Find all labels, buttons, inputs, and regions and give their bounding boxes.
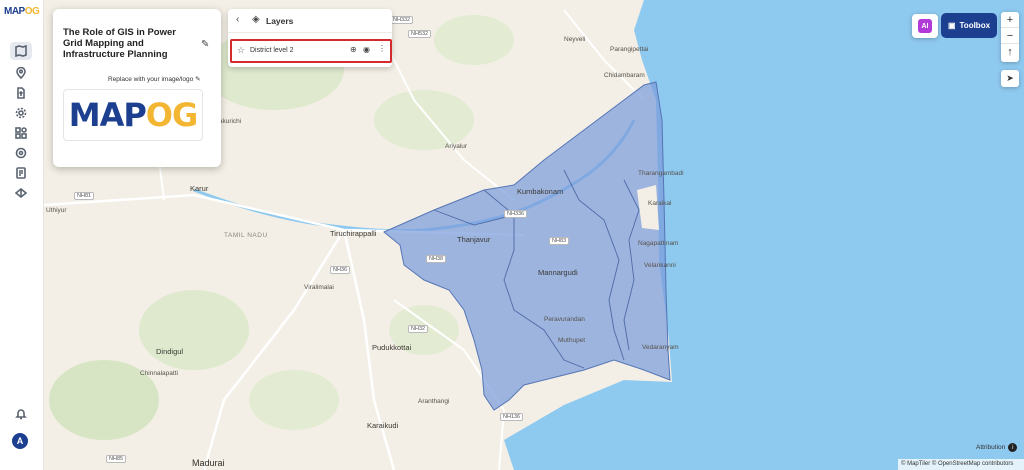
map-label-kumbakonam: Kumbakonam: [517, 187, 564, 196]
map-label-ariyalur: Ariyalur: [445, 143, 468, 150]
road-shield: NH85: [106, 455, 127, 463]
compass-button[interactable]: ↑: [1001, 44, 1019, 60]
edit-logo-icon[interactable]: ✎: [195, 76, 200, 83]
map-label-peravurani: Peravurandan: [544, 316, 585, 323]
app-logo[interactable]: MAPOG: [4, 6, 40, 17]
map-label-neyveli: Neyveli: [564, 36, 586, 43]
attribution-text[interactable]: © MapTiler © OpenStreetMap contributors: [898, 459, 1024, 470]
map-label-madurai: Madurai: [192, 458, 225, 468]
layer-item-district-level-2[interactable]: ☆ District level 2 ⊕ ◉ ⋮: [230, 39, 392, 63]
map-label-velankanni: Velankanni: [644, 262, 676, 269]
map-label-uthiyur: Uthiyur: [46, 207, 67, 214]
map-label-parangipettai: Parangipettai: [610, 46, 649, 53]
road-shield: NH136: [500, 413, 524, 421]
road-shield: NH336: [504, 210, 528, 218]
layers-panel: ‹ ◈ Layers ☆ District level 2 ⊕ ◉ ⋮: [228, 9, 392, 67]
dashboard-icon[interactable]: [10, 124, 32, 142]
ai-assistant-button[interactable]: AI: [912, 14, 938, 38]
map-label-pudukkottai: Pudukkottai: [372, 343, 412, 352]
map-label-aranthangi: Aranthangi: [418, 398, 450, 405]
attribution-toggle[interactable]: Attribution i: [976, 443, 1018, 452]
edit-title-icon[interactable]: ✎: [201, 39, 209, 50]
locate-me-button[interactable]: ➤: [1001, 70, 1019, 87]
map-label-tharangambadi: Tharangambadi: [638, 170, 684, 177]
map-label-karaikudi: Karaikudi: [367, 421, 399, 430]
map-label-viralimalai: Viralimalai: [304, 284, 334, 291]
layers-title: Layers: [266, 16, 294, 26]
zoom-in-button[interactable]: +: [1001, 12, 1019, 28]
map-icon[interactable]: [10, 42, 32, 60]
replace-logo-link[interactable]: Replace with your image/logo ✎: [108, 75, 201, 83]
zoom-to-layer-icon[interactable]: ⊕: [350, 45, 357, 54]
map-label-muthupet: Muthupet: [558, 337, 586, 344]
report-icon[interactable]: [10, 164, 32, 182]
map-label-nagapattinam: Nagapattinam: [638, 240, 679, 247]
map-label-vedaranyam: Vedaranyam: [642, 344, 679, 351]
map-label-thanjavur: Thanjavur: [457, 235, 491, 244]
road-shield: NH32: [408, 325, 429, 333]
road-shield: NH332: [390, 16, 414, 24]
map-label-chidambaram: Chidambaram: [604, 72, 645, 79]
layers-header: ‹ ◈ Layers: [228, 9, 392, 33]
upload-file-icon[interactable]: [10, 84, 32, 102]
left-sidebar: MAPOG A: [0, 0, 44, 470]
map-label-chinnalapatti: Chinnalapatti: [140, 370, 178, 377]
road-shield: NH532: [408, 30, 432, 38]
back-chevron-icon[interactable]: ‹: [236, 14, 239, 25]
road-shield: NH36: [330, 266, 351, 274]
visibility-eye-icon[interactable]: ◉: [363, 45, 370, 54]
map-label-tamil-nadu: TAMIL NADU: [224, 232, 268, 239]
settings-gear-icon[interactable]: [10, 104, 32, 122]
road-shield: NH38: [426, 255, 447, 263]
layer-name: District level 2: [250, 47, 294, 54]
project-title: The Role of GIS in Power Grid Mapping an…: [63, 27, 176, 60]
road-shield: NH83: [549, 237, 570, 245]
polygon-layer-icon: ☆: [237, 45, 246, 55]
road-shield: NH81: [74, 192, 95, 200]
layers-stack-icon: ◈: [252, 14, 260, 25]
zoom-out-button[interactable]: −: [1001, 28, 1019, 44]
map-label-dindigul: Dindigul: [156, 347, 184, 356]
briefcase-icon: ▣: [947, 21, 956, 30]
map-label-tiruchirappalli: Tiruchirappalli: [330, 229, 377, 238]
toolbox-button[interactable]: ▣ Toolbox: [941, 13, 997, 38]
project-logo[interactable]: MAPOG: [63, 89, 203, 141]
map-label-mannargudi: Mannargudi: [538, 268, 578, 277]
map-label-karaikal: Karaikal: [648, 200, 672, 207]
ai-icon: AI: [918, 19, 932, 33]
analysis-icon[interactable]: [10, 144, 32, 162]
project-info-card: The Role of GIS in Power Grid Mapping an…: [53, 9, 221, 167]
share-map-icon[interactable]: [10, 184, 32, 202]
more-options-icon[interactable]: ⋮: [378, 44, 386, 53]
location-pin-icon[interactable]: [10, 64, 32, 82]
notification-bell-icon[interactable]: [10, 405, 32, 423]
map-label-karur: Karur: [190, 184, 209, 193]
info-icon: i: [1008, 443, 1018, 452]
user-avatar[interactable]: A: [12, 433, 28, 449]
zoom-controls: + − ↑: [1001, 12, 1019, 62]
